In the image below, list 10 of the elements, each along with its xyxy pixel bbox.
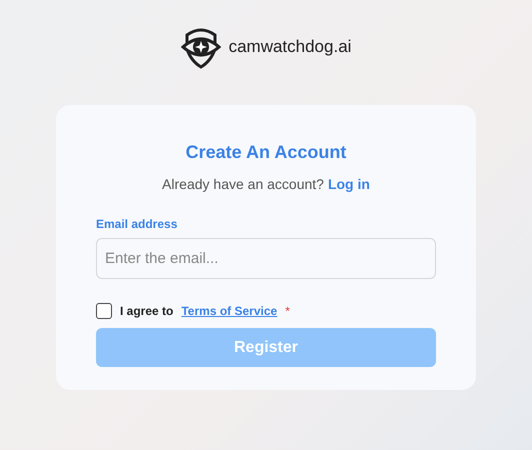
terms-link[interactable]: Terms of Service — [181, 302, 278, 320]
brand-name: camwatchdog.ai — [228, 36, 352, 58]
terms-text: I agree to — [120, 303, 174, 320]
email-label: Email address — [96, 216, 178, 233]
login-prompt: Already have an account? — [162, 175, 324, 194]
terms-checkbox[interactable] — [96, 303, 112, 319]
form-title: Create An Account — [186, 141, 346, 164]
email-field[interactable]: Enter the email... — [96, 238, 436, 279]
required-mark: * — [285, 303, 290, 320]
login-link[interactable]: Log in — [328, 174, 370, 195]
